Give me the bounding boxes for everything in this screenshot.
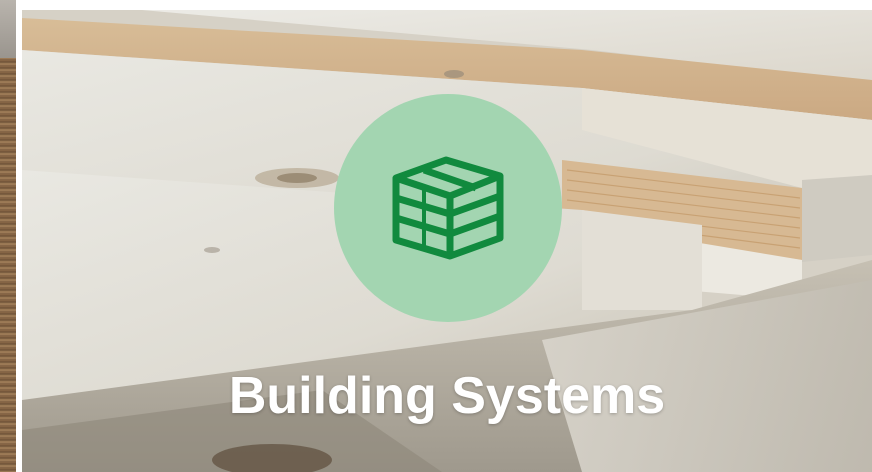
stacked-panels-icon bbox=[392, 156, 504, 260]
page: Building Systems bbox=[0, 0, 872, 472]
building-systems-card[interactable]: Building Systems bbox=[22, 10, 872, 472]
card-top-margin bbox=[16, 0, 872, 10]
adjacent-card-image[interactable] bbox=[0, 0, 16, 472]
adjacent-card-image-top bbox=[0, 0, 16, 58]
card-title[interactable]: Building Systems bbox=[22, 364, 872, 428]
icon-badge bbox=[334, 94, 562, 322]
